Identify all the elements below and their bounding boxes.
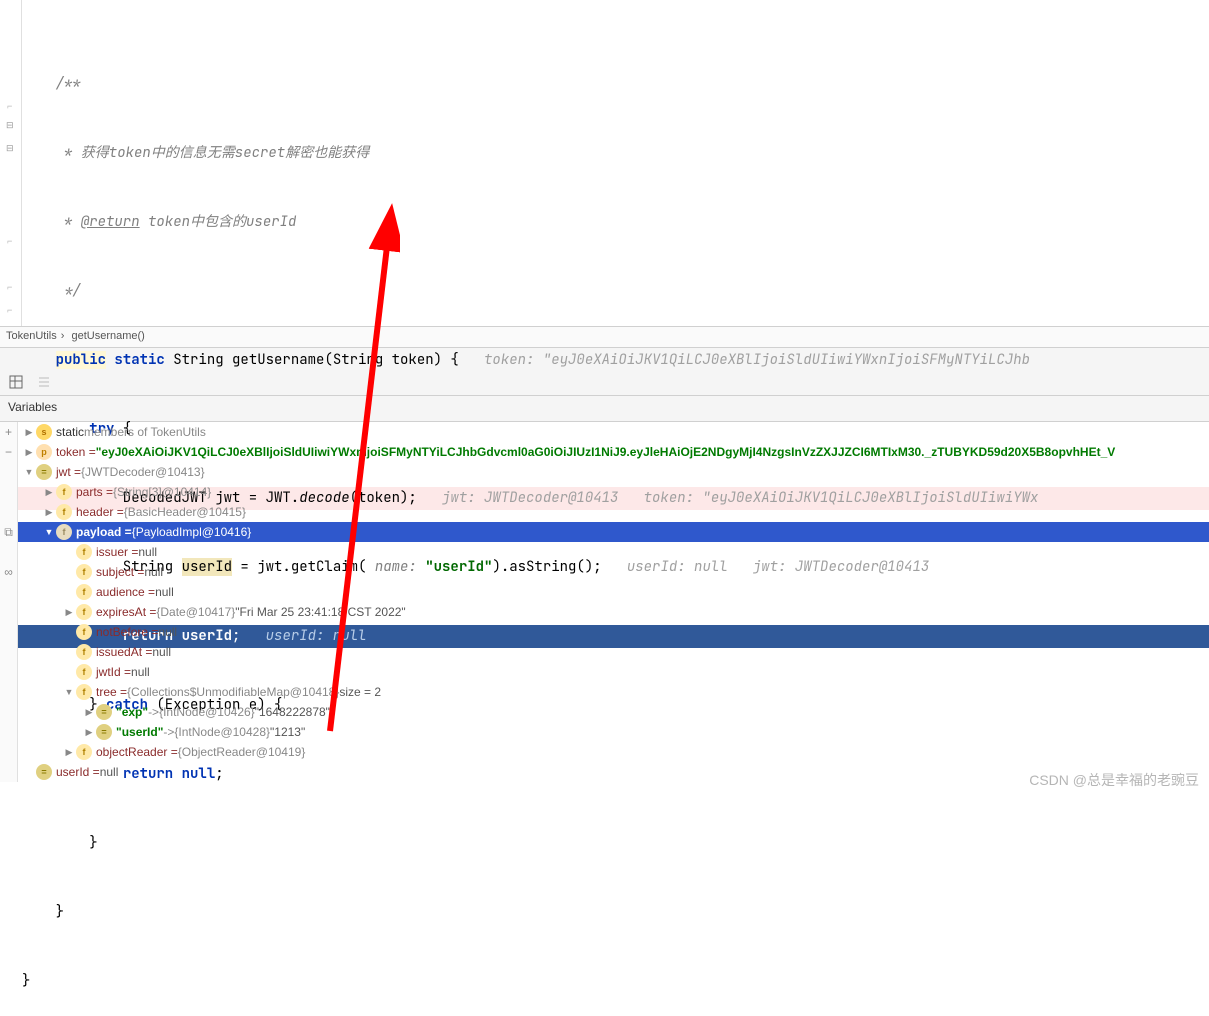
var-header[interactable]: ▶fheader = {BasicHeader@10415}: [0, 502, 1209, 522]
var-objectreader[interactable]: ▶fobjectReader = {ObjectReader@10419}: [0, 742, 1209, 762]
var-tree-userid[interactable]: ▶="userId" -> {IntNode@10428} "1213": [0, 722, 1209, 742]
link-icon[interactable]: ∞: [0, 562, 17, 582]
var-userid[interactable]: =userId = null: [0, 762, 1209, 782]
copy-icon[interactable]: ⧉: [0, 522, 17, 542]
keyword-public: public: [56, 351, 106, 369]
var-notbefore[interactable]: fnotBefore = null: [0, 622, 1209, 642]
add-watch-icon[interactable]: +: [0, 422, 17, 442]
code-editor[interactable]: /** * 获得token中的信息无需secret解密也能获得 * @retur…: [0, 0, 1209, 326]
var-tree[interactable]: ▼ftree = {Collections$UnmodifiableMap@10…: [0, 682, 1209, 702]
var-parts[interactable]: ▶fparts = {String[3]@10414}: [0, 482, 1209, 502]
var-tree-exp[interactable]: ▶="exp" -> {IntNode@10426} "1648222878": [0, 702, 1209, 722]
var-subject[interactable]: fsubject = null: [0, 562, 1209, 582]
var-jwtid[interactable]: fjwtId = null: [0, 662, 1209, 682]
var-token[interactable]: ▶ptoken = "eyJ0eXAiOiJKV1QiLCJ0eXBlIjoiS…: [0, 442, 1209, 462]
remove-watch-icon[interactable]: −: [0, 442, 17, 462]
var-issuer[interactable]: fissuer = null: [0, 542, 1209, 562]
var-static-members[interactable]: ▶sstatic members of TokenUtils: [0, 422, 1209, 442]
var-audience[interactable]: faudience = null: [0, 582, 1209, 602]
var-expiresat[interactable]: ▶fexpiresAt = {Date@10417} "Fri Mar 25 2…: [0, 602, 1209, 622]
var-issuedat[interactable]: fissuedAt = null: [0, 642, 1209, 662]
list-view-icon[interactable]: [36, 374, 52, 390]
variables-side-icons: + − ⧉ ∞: [0, 422, 18, 782]
variables-panel[interactable]: + − ⧉ ∞ ▶sstatic members of TokenUtils ▶…: [0, 422, 1209, 782]
var-jwt[interactable]: ▼=jwt = {JWTDecoder@10413}: [0, 462, 1209, 482]
var-payload[interactable]: ▼fpayload = {PayloadImpl@10416}: [0, 522, 1209, 542]
